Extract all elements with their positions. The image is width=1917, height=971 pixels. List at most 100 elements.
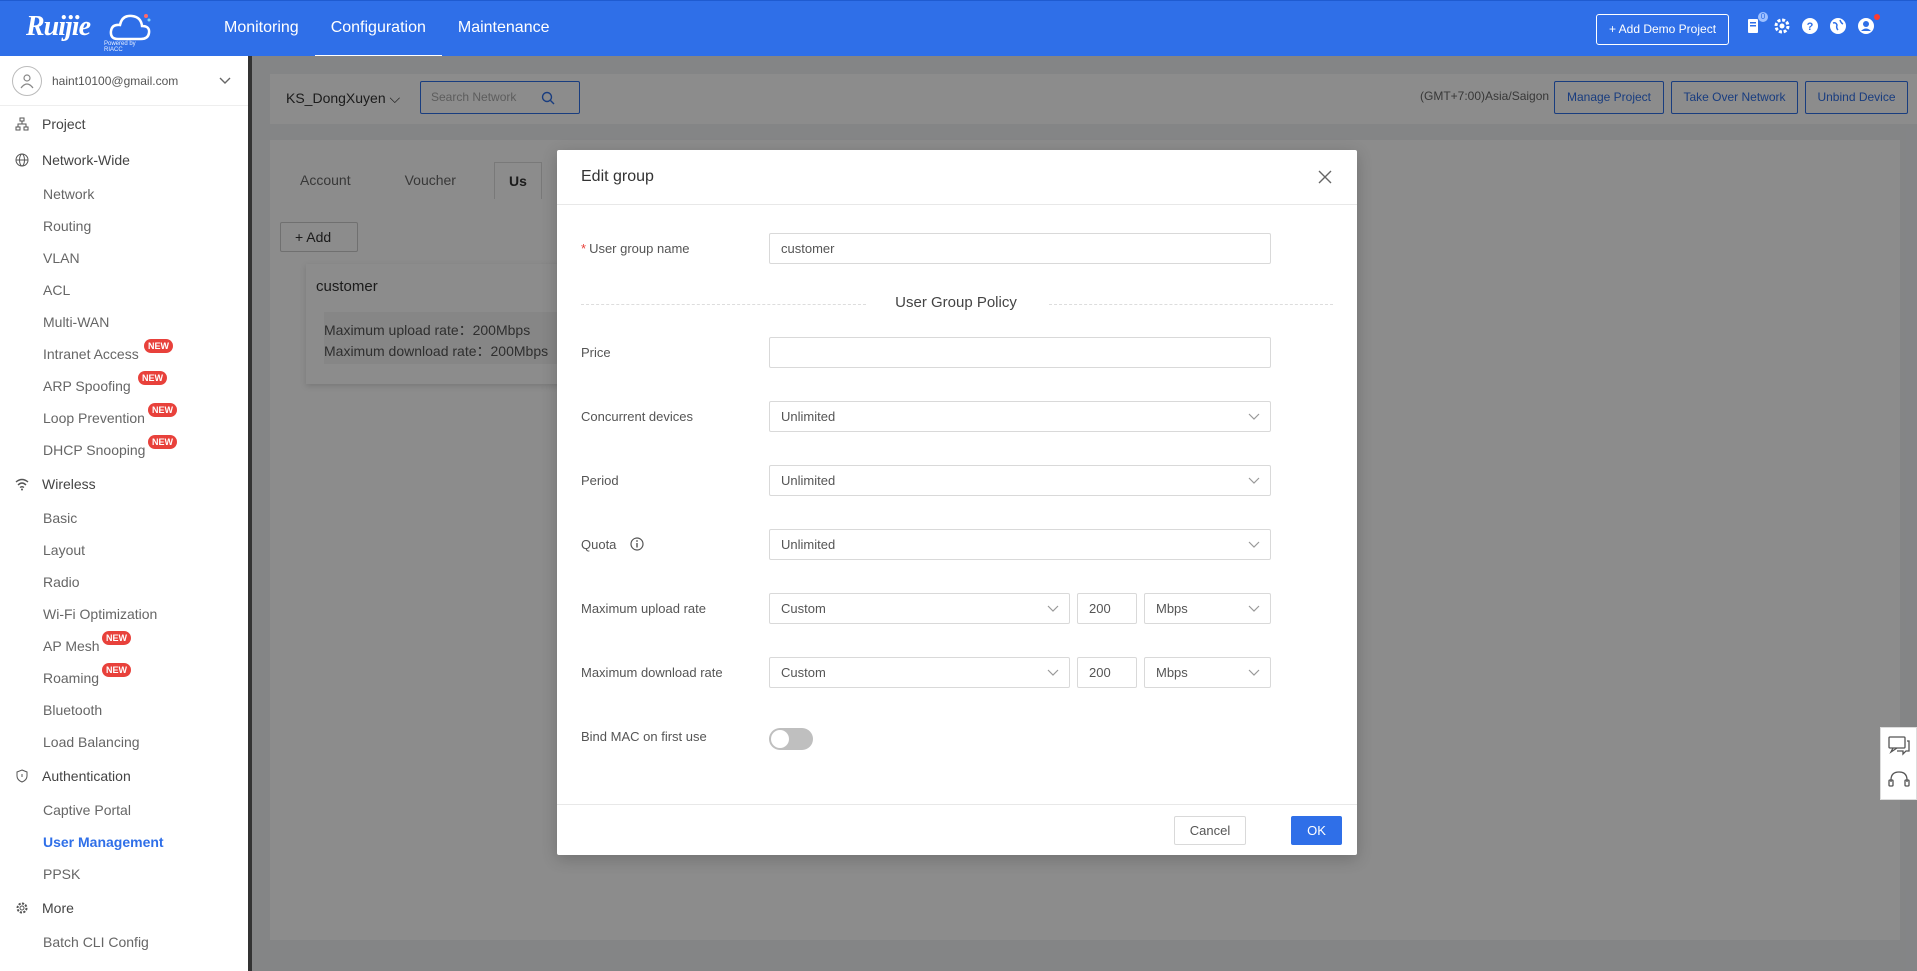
sidebar-item-network[interactable]: Network [0, 178, 248, 210]
sidebar-item-ap-mesh[interactable]: AP Mesh NEW [0, 630, 248, 662]
ok-button[interactable]: OK [1291, 816, 1342, 845]
sidebar-group-more[interactable]: More [0, 890, 248, 926]
cloud-icon [109, 14, 151, 41]
sidebar-item-batch-cli-config[interactable]: Batch CLI Config [0, 926, 248, 958]
nav-tab-maintenance[interactable]: Maintenance [442, 1, 566, 57]
new-badge: NEW [138, 371, 167, 385]
concurrent-devices-select[interactable]: Unlimited [769, 401, 1271, 432]
bind-mac-label: Bind MAC on first use [581, 729, 707, 744]
toggle-knob [771, 730, 789, 748]
bind-mac-toggle[interactable] [769, 728, 813, 750]
sidebar-item-acl[interactable]: ACL [0, 274, 248, 306]
sidebar-item-multi-wan[interactable]: Multi-WAN [0, 306, 248, 338]
sidebar-item-arp-spoofing[interactable]: ARP Spoofing NEW [0, 370, 248, 402]
sidebar-item-vlan[interactable]: VLAN [0, 242, 248, 274]
policy-section-divider: User Group Policy [581, 294, 1333, 314]
price-label: Price [581, 345, 611, 360]
edit-group-dialog: Edit group * User group name customer Use… [557, 150, 1357, 855]
chevron-down-icon[interactable] [218, 73, 232, 87]
sidebar-item-wifi-optimization[interactable]: Wi-Fi Optimization [0, 598, 248, 630]
user-email: haint10100@gmail.com [52, 73, 179, 88]
chat-icon[interactable] [1888, 736, 1910, 756]
sidebar-item-basic[interactable]: Basic [0, 502, 248, 534]
download-rate-unit-select[interactable]: Mbps [1144, 657, 1271, 688]
sidebar-item-dhcp-snooping[interactable]: DHCP Snooping NEW [0, 434, 248, 466]
new-badge: NEW [102, 663, 131, 677]
info-icon[interactable] [630, 537, 644, 551]
group-name-label: User group name [589, 241, 690, 256]
top-navigation-bar: Ruijie Powered by RIACC Monitoring Confi… [0, 0, 1917, 57]
concurrent-devices-label: Concurrent devices [581, 409, 693, 424]
new-badge: NEW [144, 339, 173, 353]
add-demo-project-button[interactable]: + Add Demo Project [1596, 14, 1729, 45]
price-input[interactable] [769, 337, 1271, 368]
globe-icon [14, 153, 30, 167]
main-nav: Monitoring Configuration Maintenance [208, 1, 566, 57]
gear-icon [14, 901, 30, 915]
quota-select[interactable]: Unlimited [769, 529, 1271, 560]
sitemap-icon [14, 117, 30, 131]
alert-dot [1874, 14, 1880, 20]
settings-icon[interactable] [1773, 17, 1791, 35]
header-icons: 0 ? [1745, 12, 1880, 35]
svg-text:?: ? [1807, 21, 1814, 33]
sidebar-item-bluetooth[interactable]: Bluetooth [0, 694, 248, 726]
download-rate-value-input[interactable]: 200 [1077, 657, 1137, 688]
notification-count: 0 [1758, 12, 1768, 22]
help-icon[interactable]: ? [1801, 17, 1819, 35]
user-account-icon[interactable] [1857, 14, 1880, 35]
sidebar-item-ppsk[interactable]: PPSK [0, 858, 248, 890]
cancel-button[interactable]: Cancel [1174, 816, 1246, 845]
new-badge: NEW [148, 403, 177, 417]
sidebar-item-radio[interactable]: Radio [0, 566, 248, 598]
upload-rate-row: Maximum upload rate Custom 200 Mbps [581, 593, 1321, 625]
sidebar-item-layout[interactable]: Layout [0, 534, 248, 566]
user-account-row[interactable]: haint10100@gmail.com [0, 56, 248, 106]
sidebar-group-network-wide[interactable]: Network-Wide [0, 142, 248, 178]
chevron-down-icon [1047, 669, 1059, 676]
new-badge: NEW [148, 435, 177, 449]
sidebar-group-wireless[interactable]: Wireless [0, 466, 248, 502]
download-rate-label: Maximum download rate [581, 665, 723, 680]
sidebar-item-intranet-access[interactable]: Intranet Access NEW [0, 338, 248, 370]
concurrent-devices-row: Concurrent devices Unlimited [581, 401, 1321, 433]
sidebar-group-project[interactable]: Project [0, 106, 248, 142]
price-row: Price [581, 337, 1321, 369]
group-name-input[interactable]: customer [769, 233, 1271, 264]
sidebar-group-authentication[interactable]: Authentication [0, 758, 248, 794]
nav-tab-configuration[interactable]: Configuration [314, 1, 443, 57]
ruijie-logo[interactable]: Ruijie Powered by RIACC [26, 9, 156, 53]
quota-row: Quota Unlimited [581, 529, 1321, 561]
period-select[interactable]: Unlimited [769, 465, 1271, 496]
period-row: Period Unlimited [581, 465, 1321, 497]
wifi-icon [14, 477, 30, 491]
chevron-down-icon [1248, 541, 1260, 548]
dialog-header: Edit group [557, 150, 1357, 205]
group-name-row: * User group name customer [581, 233, 1321, 265]
download-rate-mode-select[interactable]: Custom [769, 657, 1070, 688]
sidebar-item-user-management[interactable]: User Management [0, 826, 248, 858]
dialog-footer: Cancel OK [557, 804, 1357, 855]
period-label: Period [581, 473, 619, 488]
chevron-down-icon [1248, 413, 1260, 420]
notification-icon[interactable]: 0 [1745, 12, 1768, 35]
headset-support-icon[interactable] [1888, 770, 1910, 790]
close-icon[interactable] [1317, 169, 1333, 185]
sidebar-item-load-balancing[interactable]: Load Balancing [0, 726, 248, 758]
language-globe-icon[interactable] [1829, 17, 1847, 35]
shield-icon [14, 769, 30, 783]
chevron-down-icon [1248, 605, 1260, 612]
sidebar: haint10100@gmail.com Project Network-Wid… [0, 56, 252, 971]
upload-rate-unit-select[interactable]: Mbps [1144, 593, 1271, 624]
chevron-down-icon [1047, 605, 1059, 612]
nav-tab-monitoring[interactable]: Monitoring [208, 1, 315, 57]
upload-rate-mode-select[interactable]: Custom [769, 593, 1070, 624]
upload-rate-value-input[interactable]: 200 [1077, 593, 1137, 624]
sidebar-item-roaming[interactable]: Roaming NEW [0, 662, 248, 694]
sidebar-item-captive-portal[interactable]: Captive Portal [0, 794, 248, 826]
sidebar-item-routing[interactable]: Routing [0, 210, 248, 242]
required-marker: * [581, 241, 587, 256]
floating-support-tools [1880, 727, 1917, 800]
sidebar-item-loop-prevention[interactable]: Loop Prevention NEW [0, 402, 248, 434]
quota-label: Quota [581, 537, 644, 552]
